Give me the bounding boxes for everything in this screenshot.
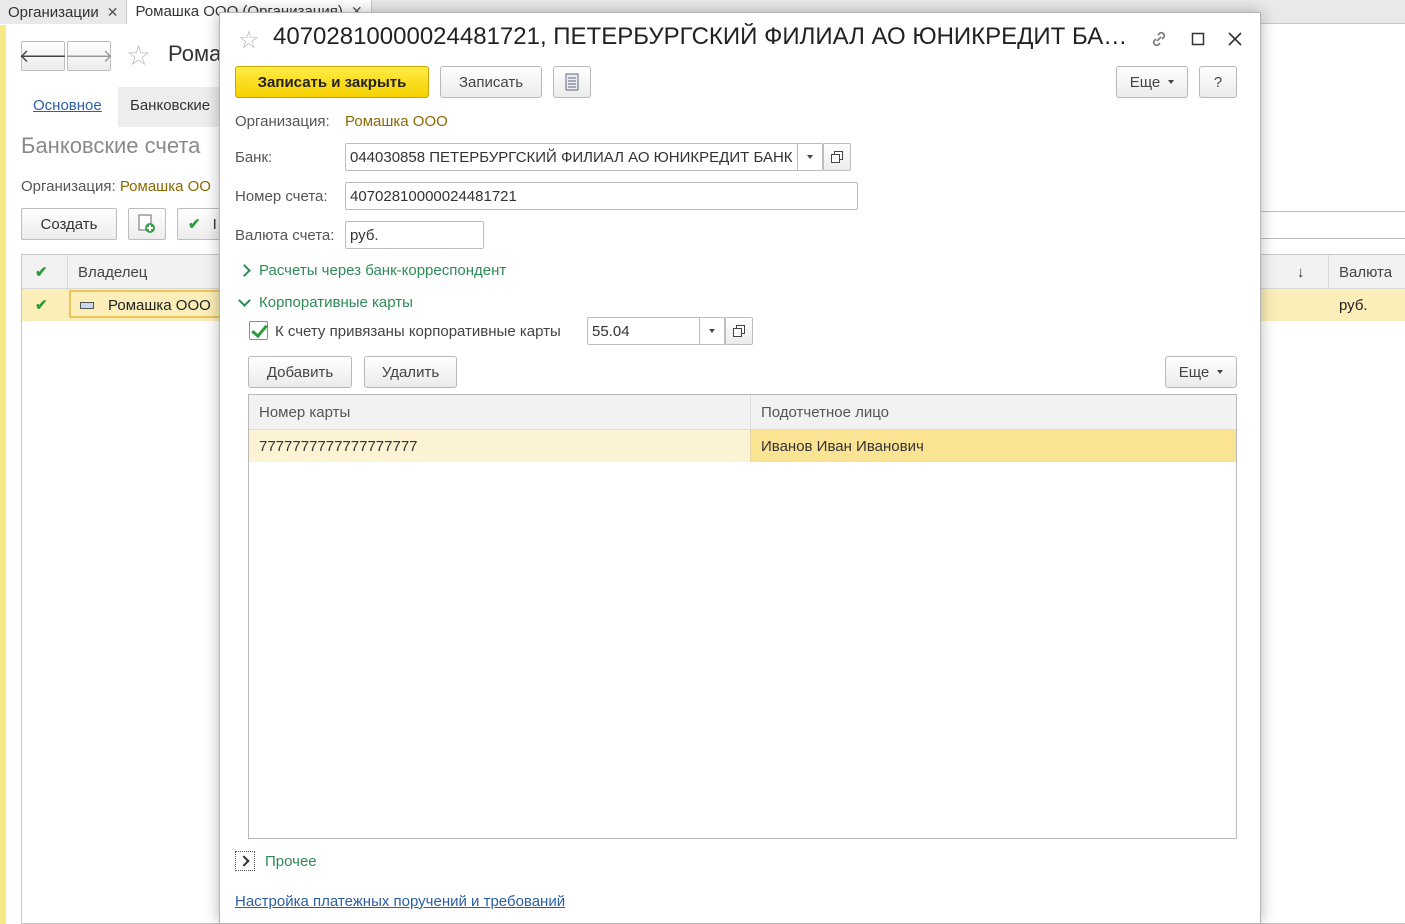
maximize-icon[interactable] [1186, 27, 1210, 51]
currency-label: Валюта счета: [235, 227, 335, 244]
tab-main[interactable]: Основное [33, 97, 102, 114]
org-value-link[interactable]: Ромашка ООО [345, 113, 448, 130]
currency-field[interactable]: руб. [345, 221, 484, 249]
report-button[interactable] [553, 66, 591, 98]
forward-button[interactable]: 🡒 [64, 41, 114, 71]
cards-account-field[interactable]: 55.04 [587, 317, 700, 345]
search-input[interactable] [1260, 211, 1405, 239]
check-icon: ✔ [188, 216, 201, 233]
cards-checkbox[interactable] [249, 321, 268, 340]
add-card-button[interactable]: Добавить [248, 356, 352, 388]
group-other-toggle[interactable]: Прочее [235, 851, 317, 871]
org-value[interactable]: Ромашка ОО [120, 178, 211, 195]
tab-label: Организации [8, 3, 99, 21]
group-correspondent-label: Расчеты через банк-корреспондент [259, 262, 507, 279]
group-correspondent-toggle[interactable]: Расчеты через банк-корреспондент [238, 262, 507, 279]
cards-account-dropdown[interactable] [699, 317, 725, 345]
more-label: Еще [1178, 363, 1210, 381]
chevron-down-icon [807, 155, 813, 159]
col-card-number[interactable]: Номер карты [249, 395, 350, 430]
chevron-down-icon [1168, 80, 1175, 84]
bank-field[interactable]: 044030858 ПЕТЕРБУРГСКИЙ ФИЛИАЛ АО ЮНИКРЕ… [345, 143, 798, 171]
cards-table-header: Номер карты Подотчетное лицо [249, 395, 1236, 430]
create-button[interactable]: Создать [21, 208, 117, 240]
account-label: Номер счета: [235, 188, 328, 205]
org-filter: Организация: Ромашка ОО [21, 178, 211, 195]
help-button[interactable]: ? [1199, 66, 1237, 98]
delete-card-button[interactable]: Удалить [364, 356, 457, 388]
chevron-right-icon [235, 851, 255, 871]
save-and-close-button[interactable]: Записать и закрыть [235, 66, 429, 98]
chevron-down-icon [1217, 370, 1224, 374]
page-title: Рома [168, 41, 222, 66]
save-button[interactable]: Записать [440, 66, 542, 98]
check-icon: ✔ [35, 264, 48, 281]
group-other-label: Прочее [265, 852, 317, 870]
cards-checkbox-label[interactable]: К счету привязаны корпоративные карты [275, 323, 561, 340]
cell-card-number[interactable]: 7777777777777777777 [249, 430, 750, 462]
col-accountable-person[interactable]: Подотчетное лицо [751, 395, 889, 430]
document-list-icon [565, 73, 579, 91]
col-owner[interactable]: Владелец [78, 255, 147, 289]
bank-label: Банк: [235, 149, 273, 166]
org-label: Организация: [235, 113, 330, 130]
bank-dropdown-button[interactable] [797, 143, 823, 171]
section-title: Банковские счета [21, 133, 201, 158]
bank-account-icon [80, 288, 94, 322]
sort-down-icon[interactable]: ↓ [1297, 255, 1305, 289]
arrow-left-icon: 🡐 [18, 45, 68, 66]
button-label: I [212, 215, 217, 233]
chevron-down-icon [238, 294, 251, 307]
cards-more-button[interactable]: Еще [1165, 356, 1237, 388]
left-accent-bar [0, 25, 6, 924]
dialog-title: 40702810000024481721, ПЕТЕРБУРГСКИЙ ФИЛИ… [273, 23, 1143, 50]
bank-open-button[interactable] [823, 143, 851, 171]
group-cards-label: Корпоративные карты [259, 294, 413, 311]
bank-account-dialog: ☆ 40702810000024481721, ПЕТЕРБУРГСКИЙ ФИ… [219, 12, 1261, 924]
more-label: Еще [1129, 73, 1161, 91]
star-icon[interactable]: ☆ [126, 39, 151, 72]
check-icon: ✔ [35, 297, 48, 314]
cards-account-open-button[interactable] [725, 317, 753, 345]
org-label: Организация: [21, 178, 116, 195]
tab-organizations[interactable]: Организации ✕ [0, 0, 128, 24]
table-row[interactable]: 7777777777777777777 Иванов Иван Иванович [249, 430, 1236, 462]
tab-bank-accounts[interactable]: Банковские [118, 87, 223, 127]
chevron-right-icon [238, 264, 251, 277]
more-button[interactable]: Еще [1116, 66, 1188, 98]
link-icon[interactable] [1147, 27, 1171, 51]
open-icon [733, 325, 745, 337]
account-number-field[interactable]: 40702810000024481721 [345, 182, 858, 210]
payment-settings-link[interactable]: Настройка платежных поручений и требован… [235, 893, 565, 910]
col-currency[interactable]: Валюта [1339, 255, 1392, 289]
cell-accountable-person[interactable]: Иванов Иван Иванович [751, 430, 1236, 462]
back-button[interactable]: 🡐 [18, 41, 68, 71]
arrow-right-icon: 🡒 [64, 45, 114, 66]
group-cards-toggle[interactable]: Корпоративные карты [238, 294, 413, 311]
chevron-down-icon [709, 329, 715, 333]
add-document-icon [138, 214, 155, 233]
open-icon [831, 151, 843, 163]
copy-icon-button[interactable] [128, 208, 166, 240]
star-icon[interactable]: ☆ [238, 26, 260, 55]
cards-table: Номер карты Подотчетное лицо 77777777777… [248, 394, 1237, 839]
row-owner: Ромашка ООО [108, 296, 211, 314]
close-icon[interactable]: ✕ [107, 4, 119, 21]
row-currency: руб. [1339, 296, 1368, 314]
close-icon[interactable] [1223, 27, 1247, 51]
